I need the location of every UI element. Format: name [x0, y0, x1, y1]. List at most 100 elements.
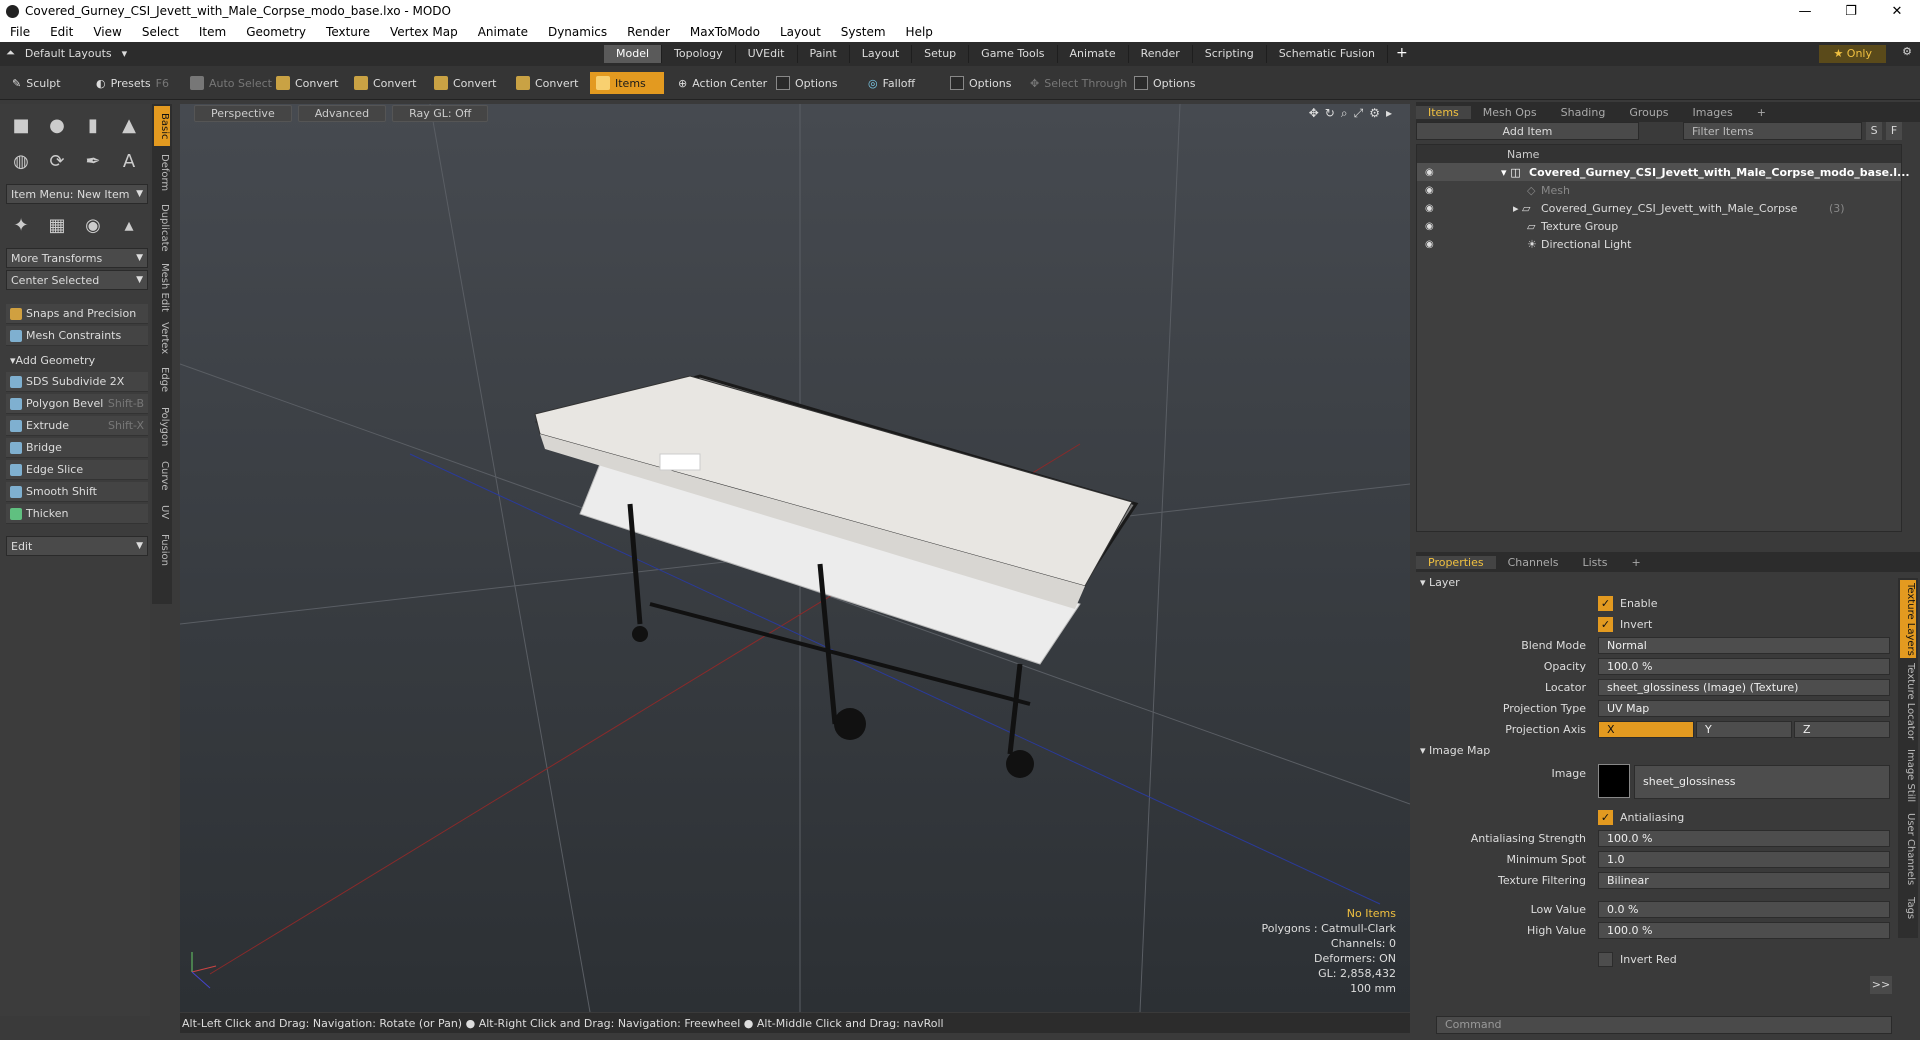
- sphere-icon[interactable]: ●: [42, 110, 72, 140]
- eye-icon[interactable]: ◉: [1425, 203, 1434, 214]
- tab-mesh-edit[interactable]: Mesh Edit: [154, 260, 170, 314]
- menu-file[interactable]: File: [0, 25, 40, 39]
- filter-f-button[interactable]: F: [1886, 122, 1902, 140]
- texture-filtering-select[interactable]: Bilinear: [1598, 872, 1890, 889]
- tab-polygon[interactable]: Polygon: [154, 402, 170, 452]
- torus-icon[interactable]: ◍: [6, 146, 36, 176]
- gear-icon[interactable]: ⚙: [1902, 45, 1912, 58]
- cylinder-icon[interactable]: ▮: [78, 110, 108, 140]
- menu-texture[interactable]: Texture: [316, 25, 380, 39]
- invert-checkbox[interactable]: ✓: [1598, 617, 1613, 632]
- tab-animate[interactable]: Animate: [1058, 45, 1129, 63]
- add-tab-icon[interactable]: +: [1619, 556, 1652, 569]
- menu-select[interactable]: Select: [132, 25, 189, 39]
- tab-uv[interactable]: UV: [154, 500, 170, 524]
- list-item[interactable]: ◉ ▱ Texture Group: [1417, 217, 1901, 235]
- select-through-options-button[interactable]: Options: [1128, 72, 1201, 94]
- minimum-spot-field[interactable]: 1.0: [1598, 851, 1890, 868]
- eye-icon[interactable]: ◉: [1425, 185, 1434, 196]
- shading-dropdown[interactable]: Advanced: [297, 104, 387, 122]
- sculpt-button[interactable]: ✎ Sculpt: [6, 72, 67, 94]
- presets-button[interactable]: ◐ Presets F6: [90, 72, 175, 94]
- default-layouts-dropdown[interactable]: ⏶ Default Layouts ▾: [6, 46, 127, 60]
- only-toggle[interactable]: ★ Only: [1819, 45, 1886, 63]
- tab-scripting[interactable]: Scripting: [1193, 45, 1267, 63]
- extrude-button[interactable]: Extrude Shift-X: [6, 416, 148, 436]
- menu-animate[interactable]: Animate: [468, 25, 538, 39]
- eye-icon[interactable]: ◉: [1425, 221, 1434, 232]
- axis-z-button[interactable]: Z: [1794, 721, 1890, 738]
- opacity-field[interactable]: 100.0 %: [1598, 658, 1890, 675]
- aa-strength-field[interactable]: 100.0 %: [1598, 830, 1890, 847]
- tube-icon[interactable]: ⟳: [42, 146, 72, 176]
- gear-icon[interactable]: ⚙: [1369, 106, 1380, 121]
- transform-icon[interactable]: ✦: [6, 210, 36, 240]
- globe-icon[interactable]: ◉: [78, 210, 108, 240]
- perspective-dropdown[interactable]: Perspective: [194, 104, 292, 122]
- list-item[interactable]: ◉ ▸ ▱ Covered_Gurney_CSI_Jevett_with_Male_…: [1417, 199, 1901, 217]
- eye-icon[interactable]: ◉: [1425, 167, 1434, 178]
- tab-items[interactable]: Items: [1416, 105, 1471, 119]
- tab-game-tools[interactable]: Game Tools: [969, 45, 1058, 63]
- tab-paint[interactable]: Paint: [798, 45, 850, 63]
- cone-icon[interactable]: ▲: [114, 110, 144, 140]
- axis-y-button[interactable]: Y: [1696, 721, 1792, 738]
- menu-view[interactable]: View: [83, 25, 131, 39]
- image-map-section-header[interactable]: ▾ Image Map: [1420, 744, 1490, 757]
- tab-fusion[interactable]: Fusion: [154, 528, 170, 572]
- tab-duplicate[interactable]: Duplicate: [154, 200, 170, 256]
- add-item-button[interactable]: Add Item: [1416, 122, 1639, 140]
- add-tab-icon[interactable]: +: [1396, 45, 1408, 63]
- tab-setup[interactable]: Setup: [912, 45, 970, 63]
- menu-edit[interactable]: Edit: [40, 25, 83, 39]
- tab-deform[interactable]: Deform: [154, 150, 170, 196]
- mesh-constraints-button[interactable]: Mesh Constraints: [6, 326, 148, 346]
- zoom-icon[interactable]: ⌕: [1341, 106, 1348, 121]
- axis-x-button[interactable]: X: [1598, 721, 1694, 738]
- 3d-viewport[interactable]: Perspective Advanced Ray GL: Off ✥ ↻ ⌕ ⤢…: [180, 104, 1410, 1012]
- tab-basic[interactable]: Basic: [154, 106, 170, 146]
- falloff-options-button[interactable]: Options: [944, 72, 1017, 94]
- item-menu-dropdown[interactable]: Item Menu: New Item ▼: [6, 184, 148, 204]
- menu-item[interactable]: Item: [189, 25, 236, 39]
- gurney-model[interactable]: [534, 374, 1139, 778]
- cube-icon[interactable]: ■: [6, 110, 36, 140]
- tab-vertex[interactable]: Vertex: [154, 318, 170, 358]
- raygl-toggle[interactable]: Ray GL: Off: [392, 104, 489, 122]
- add-geometry-header[interactable]: ▾ Add Geometry: [6, 350, 148, 370]
- edit-dropdown[interactable]: Edit ▼: [6, 536, 148, 556]
- sds-subdivide-button[interactable]: SDS Subdivide 2X: [6, 372, 148, 392]
- select-through-button[interactable]: ✥ Select Through: [1024, 72, 1133, 94]
- low-value-field[interactable]: 0.0 %: [1598, 901, 1890, 918]
- projection-type-select[interactable]: UV Map: [1598, 700, 1890, 717]
- tab-layout[interactable]: Layout: [850, 45, 913, 63]
- filter-s-button[interactable]: S: [1866, 122, 1883, 140]
- convert-button-2[interactable]: Convert: [348, 72, 423, 94]
- name-column-header[interactable]: Name: [1417, 145, 1901, 163]
- invert-red-checkbox[interactable]: [1598, 952, 1613, 967]
- menu-geometry[interactable]: Geometry: [236, 25, 316, 39]
- text-icon[interactable]: A: [114, 146, 144, 176]
- edge-slice-button[interactable]: Edge Slice: [6, 460, 148, 480]
- add-tab-icon[interactable]: +: [1745, 106, 1778, 119]
- tab-images[interactable]: Images: [1681, 106, 1745, 119]
- eye-icon[interactable]: ◉: [1425, 239, 1434, 250]
- tab-tags[interactable]: Tags: [1900, 892, 1916, 924]
- bridge-button[interactable]: Bridge: [6, 438, 148, 458]
- pan-icon[interactable]: ✥: [1309, 106, 1319, 121]
- tab-schematic-fusion[interactable]: Schematic Fusion: [1267, 45, 1389, 63]
- layer-section-header[interactable]: ▾ Layer: [1420, 576, 1460, 589]
- pen-icon[interactable]: ✒: [78, 146, 108, 176]
- convert-button-4[interactable]: Convert: [510, 72, 585, 94]
- tab-texture-layers[interactable]: Texture Layers: [1900, 580, 1916, 658]
- tab-user-channels[interactable]: User Channels: [1900, 810, 1916, 888]
- menu-layout[interactable]: Layout: [770, 25, 831, 39]
- tab-shading[interactable]: Shading: [1549, 106, 1618, 119]
- close-button[interactable]: ✕: [1874, 4, 1920, 19]
- auto-select-button[interactable]: Auto Select: [184, 72, 278, 94]
- enable-checkbox[interactable]: ✓: [1598, 596, 1613, 611]
- tab-texture-locator[interactable]: Texture Locator: [1900, 662, 1916, 742]
- tab-groups[interactable]: Groups: [1617, 106, 1680, 119]
- scene-canvas[interactable]: [180, 104, 1410, 1012]
- maximize-button[interactable]: ❐: [1828, 4, 1874, 19]
